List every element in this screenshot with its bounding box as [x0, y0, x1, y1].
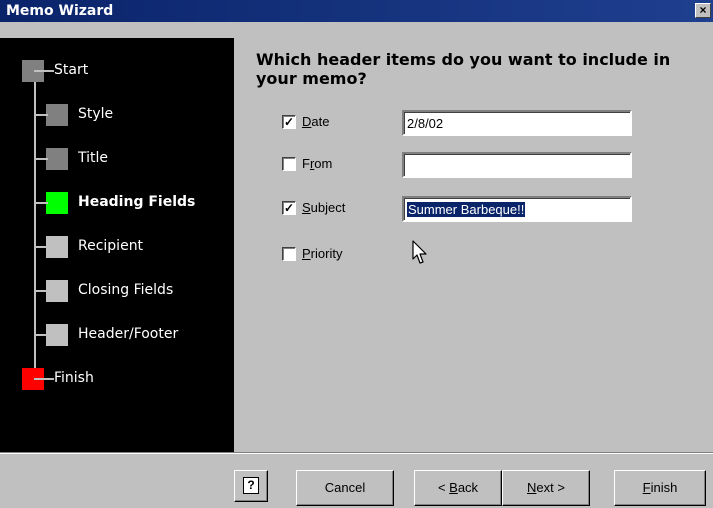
subject-field[interactable]: Summer Barbeque!!	[402, 196, 632, 222]
subject-label: Subject	[302, 200, 346, 215]
wizard-step[interactable]: Finish	[0, 366, 234, 392]
close-icon: ×	[699, 3, 707, 17]
back-button[interactable]: < Back	[414, 470, 502, 506]
subject-row: ✓ Subject Summer Barbeque!!	[282, 196, 642, 222]
footer-divider	[0, 452, 713, 454]
wizard-step[interactable]: Style	[0, 102, 234, 128]
mouse-pointer-icon	[412, 240, 427, 264]
from-field[interactable]	[402, 152, 632, 178]
date-label: Date	[302, 114, 330, 129]
help-button[interactable]: ?	[234, 470, 268, 502]
step-label: Recipient	[78, 238, 144, 254]
step-connector	[34, 114, 48, 116]
priority-checkbox[interactable]	[282, 247, 296, 261]
step-connector	[34, 290, 48, 292]
wizard-step[interactable]: Header/Footer	[0, 322, 234, 348]
close-button[interactable]: ×	[695, 3, 711, 18]
step-connector	[34, 202, 48, 204]
wizard-step[interactable]: Start	[0, 58, 234, 84]
step-label: Style	[78, 106, 114, 122]
step-indicator	[46, 148, 68, 170]
step-label: Start	[54, 62, 89, 78]
step-indicator	[46, 236, 68, 258]
step-label: Finish	[54, 370, 94, 386]
heading-fields-panel: Which header items do you want to includ…	[234, 38, 713, 452]
wizard-steps-panel: Start Style Title Heading Fields Recipient Cl…	[0, 38, 234, 452]
step-connector	[34, 70, 54, 72]
from-label: From	[302, 156, 333, 171]
window-title: Memo Wizard	[6, 3, 114, 19]
checkmark-icon: ✓	[283, 115, 295, 129]
wizard-step[interactable]: Recipient	[0, 234, 234, 260]
next-button[interactable]: Next >	[502, 470, 590, 506]
step-connector	[34, 246, 48, 248]
subject-checkbox[interactable]: ✓	[282, 201, 296, 215]
selected-text: Summer Barbeque!!	[407, 202, 526, 217]
wizard-step[interactable]: Closing Fields	[0, 278, 234, 304]
date-checkbox[interactable]: ✓	[282, 115, 296, 129]
wizard-step[interactable]: Heading Fields	[0, 190, 234, 216]
step-label: Closing Fields	[78, 282, 174, 298]
step-connector	[34, 158, 48, 160]
priority-row: Priority	[282, 242, 642, 268]
title-bar: Memo Wizard ×	[0, 0, 713, 22]
help-icon: ?	[243, 477, 259, 494]
step-label: Title	[78, 150, 109, 166]
date-field[interactable]: 2/8/02	[402, 110, 632, 136]
step-indicator	[46, 104, 68, 126]
step-indicator	[46, 324, 68, 346]
date-row: ✓ Date 2/8/02	[282, 110, 642, 136]
step-indicator	[46, 192, 68, 214]
step-connector	[34, 378, 54, 380]
cancel-button[interactable]: Cancel	[296, 470, 394, 506]
from-checkbox[interactable]	[282, 157, 296, 171]
step-indicator	[46, 280, 68, 302]
from-row: From	[282, 152, 642, 178]
step-label: Header/Footer	[78, 326, 179, 342]
checkmark-icon: ✓	[283, 201, 295, 215]
step-connector	[34, 334, 48, 336]
wizard-step[interactable]: Title	[0, 146, 234, 172]
step-label: Heading Fields	[78, 194, 196, 210]
question-heading: Which header items do you want to includ…	[256, 50, 671, 88]
priority-label: Priority	[302, 246, 343, 261]
finish-button[interactable]: Finish	[614, 470, 706, 506]
